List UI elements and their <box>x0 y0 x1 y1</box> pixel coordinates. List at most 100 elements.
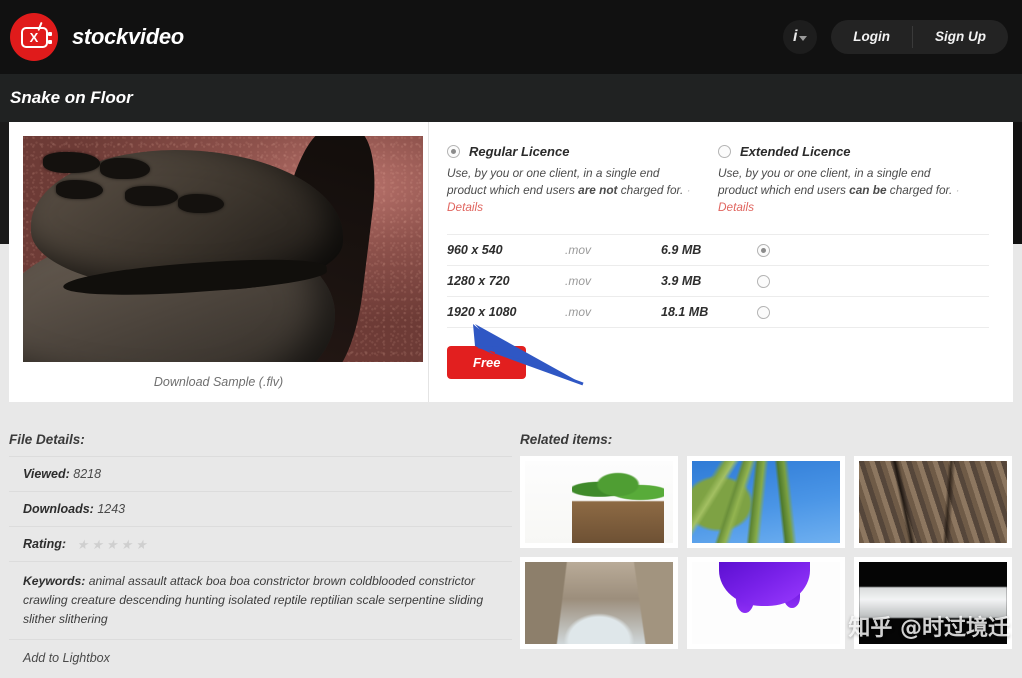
keyword-tag[interactable]: boa <box>206 574 226 588</box>
related-item-purple-liquid-drip[interactable] <box>687 557 845 649</box>
keyword-tag[interactable]: descending <box>119 593 181 607</box>
page-title: Snake on Floor <box>10 88 133 107</box>
keyword-tag[interactable]: scale <box>356 593 384 607</box>
signup-button[interactable]: Sign Up <box>913 20 1008 54</box>
licence-radio-extended[interactable] <box>718 145 731 158</box>
resolution-format: .mov <box>565 243 592 258</box>
add-to-lightbox-link[interactable]: Add to Lightbox <box>9 638 512 676</box>
licence-option-extended[interactable]: Extended Licence Use, by you or one clie… <box>718 144 989 215</box>
star-icon[interactable]: ★ <box>106 538 118 551</box>
download-sample-link[interactable]: Download Sample (.flv) <box>23 375 414 389</box>
keyword-tag[interactable]: boa constrictor <box>230 574 310 588</box>
star-icon[interactable]: ★ <box>77 538 89 551</box>
star-icon[interactable]: ★ <box>121 538 133 551</box>
brand-logo[interactable]: X stockvideo <box>10 13 184 61</box>
licence-desc-emphasis: are not <box>578 182 618 197</box>
stockvideo-tv-icon: X <box>10 13 58 61</box>
licence-options: Regular Licence Use, by you or one clien… <box>447 144 989 215</box>
related-item-canyon-stream[interactable] <box>520 557 678 649</box>
licence-details-link[interactable]: Details <box>447 200 483 214</box>
chevron-down-icon <box>799 36 808 41</box>
keywords-list: animal assault attack boa boa constricto… <box>23 574 483 626</box>
file-details-panel: File Details: Viewed: 8218 Downloads: 12… <box>0 432 512 678</box>
downloads-value: 1243 <box>97 502 126 516</box>
info-glyph: i <box>793 28 798 45</box>
licence-desc-emphasis: can be <box>849 182 887 197</box>
keyword-tag[interactable]: sliding <box>449 593 484 607</box>
keyword-tag[interactable]: slither <box>23 612 56 626</box>
keyword-tag[interactable]: serpentine <box>388 593 445 607</box>
licence-description: Use, by you or one client, in a single e… <box>447 165 694 215</box>
login-button[interactable]: Login <box>831 20 912 54</box>
keywords-label: Keywords: <box>23 574 86 588</box>
resolution-table: 960 x 540 .mov 6.9 MB 1280 x 720 .mov 3.… <box>447 234 989 329</box>
video-preview-thumbnail[interactable] <box>23 136 423 362</box>
auth-buttons: Login Sign Up <box>831 20 1008 54</box>
keyword-tag[interactable]: animal <box>89 574 125 588</box>
viewed-value: 8218 <box>73 467 102 481</box>
scrollbar-thumb[interactable] <box>1013 122 1022 244</box>
resolution-filesize: 6.9 MB <box>661 243 702 258</box>
rating-stars[interactable]: ★ ★ ★ ★ ★ <box>77 538 147 551</box>
left-edge-strip <box>0 122 9 244</box>
item-detail-card: Download Sample (.flv) Regular Licence U… <box>9 122 1013 402</box>
file-details-heading: File Details: <box>9 432 85 447</box>
logo-letter: X <box>29 29 39 45</box>
related-item-rock-bark-texture[interactable] <box>854 456 1012 548</box>
keyword-tag[interactable]: assault <box>128 574 167 588</box>
keyword-tag[interactable]: coldblooded <box>350 574 416 588</box>
keyword-tag[interactable]: slithering <box>59 612 108 626</box>
viewed-label: Viewed: <box>23 467 70 481</box>
licence-desc-post: charged for. <box>617 182 684 197</box>
licence-title: Regular Licence <box>469 144 570 159</box>
table-row[interactable]: 1920 x 1080 .mov 18.1 MB <box>447 297 989 329</box>
licence-option-regular[interactable]: Regular Licence Use, by you or one clien… <box>447 144 718 215</box>
related-item-palm-tree-white[interactable] <box>520 456 678 548</box>
keyword-tag[interactable]: hunting <box>185 593 225 607</box>
related-item-white-band-black[interactable] <box>854 557 1012 649</box>
related-items-panel: Related items: <box>512 432 1022 678</box>
keyword-tag[interactable]: reptilian <box>310 593 353 607</box>
star-icon[interactable]: ★ <box>91 538 103 551</box>
rating-row: Rating: ★ ★ ★ ★ ★ <box>9 526 512 561</box>
table-row[interactable]: 960 x 540 .mov 6.9 MB <box>447 235 989 267</box>
resolution-dimensions: 960 x 540 <box>447 243 503 258</box>
keyword-tag[interactable]: attack <box>170 574 203 588</box>
tv-knob-icon <box>47 39 52 44</box>
info-icon[interactable]: i <box>783 20 818 54</box>
related-thumb-grid <box>520 456 1020 649</box>
rating-label: Rating: <box>23 537 67 551</box>
keyword-tag[interactable]: reptile <box>274 593 307 607</box>
table-row[interactable]: 1280 x 720 .mov 3.9 MB <box>447 266 989 298</box>
licence-radio-regular[interactable] <box>447 145 460 158</box>
licence-details-link[interactable]: Details <box>718 200 754 214</box>
site-header: X stockvideo i Login Sign Up <box>0 0 1022 74</box>
related-item-palm-fronds-sky[interactable] <box>687 456 845 548</box>
keyword-tag[interactable]: brown <box>313 574 346 588</box>
keyword-tag[interactable]: constrictor <box>419 574 475 588</box>
star-icon[interactable]: ★ <box>135 538 147 551</box>
purchase-panel: Regular Licence Use, by you or one clien… <box>429 122 1013 402</box>
resolution-format: .mov <box>565 305 592 320</box>
related-items-heading: Related items: <box>520 432 613 447</box>
free-download-button[interactable]: Free <box>447 346 527 380</box>
lower-section: File Details: Viewed: 8218 Downloads: 12… <box>0 410 1022 678</box>
resolution-dimensions: 1280 x 720 <box>447 274 510 289</box>
keyword-tag[interactable]: creature <box>71 593 116 607</box>
keyword-tag[interactable]: crawling <box>23 593 68 607</box>
resolution-filesize: 18.1 MB <box>661 305 709 320</box>
licence-separator: · <box>955 182 960 197</box>
resolution-format: .mov <box>565 274 592 289</box>
tv-knob-icon <box>47 31 52 36</box>
header-actions: i Login Sign Up <box>783 20 1008 54</box>
viewed-row: Viewed: 8218 <box>9 456 512 491</box>
downloads-label: Downloads: <box>23 502 94 516</box>
resolution-radio[interactable] <box>757 305 770 319</box>
preview-panel: Download Sample (.flv) <box>9 122 429 402</box>
resolution-radio[interactable] <box>757 274 770 288</box>
licence-separator: · <box>686 182 691 197</box>
resolution-radio[interactable] <box>757 243 770 257</box>
keywords-row: Keywords: animal assault attack boa boa … <box>9 561 512 639</box>
keyword-tag[interactable]: isolated <box>228 593 270 607</box>
licence-title: Extended Licence <box>740 144 851 159</box>
